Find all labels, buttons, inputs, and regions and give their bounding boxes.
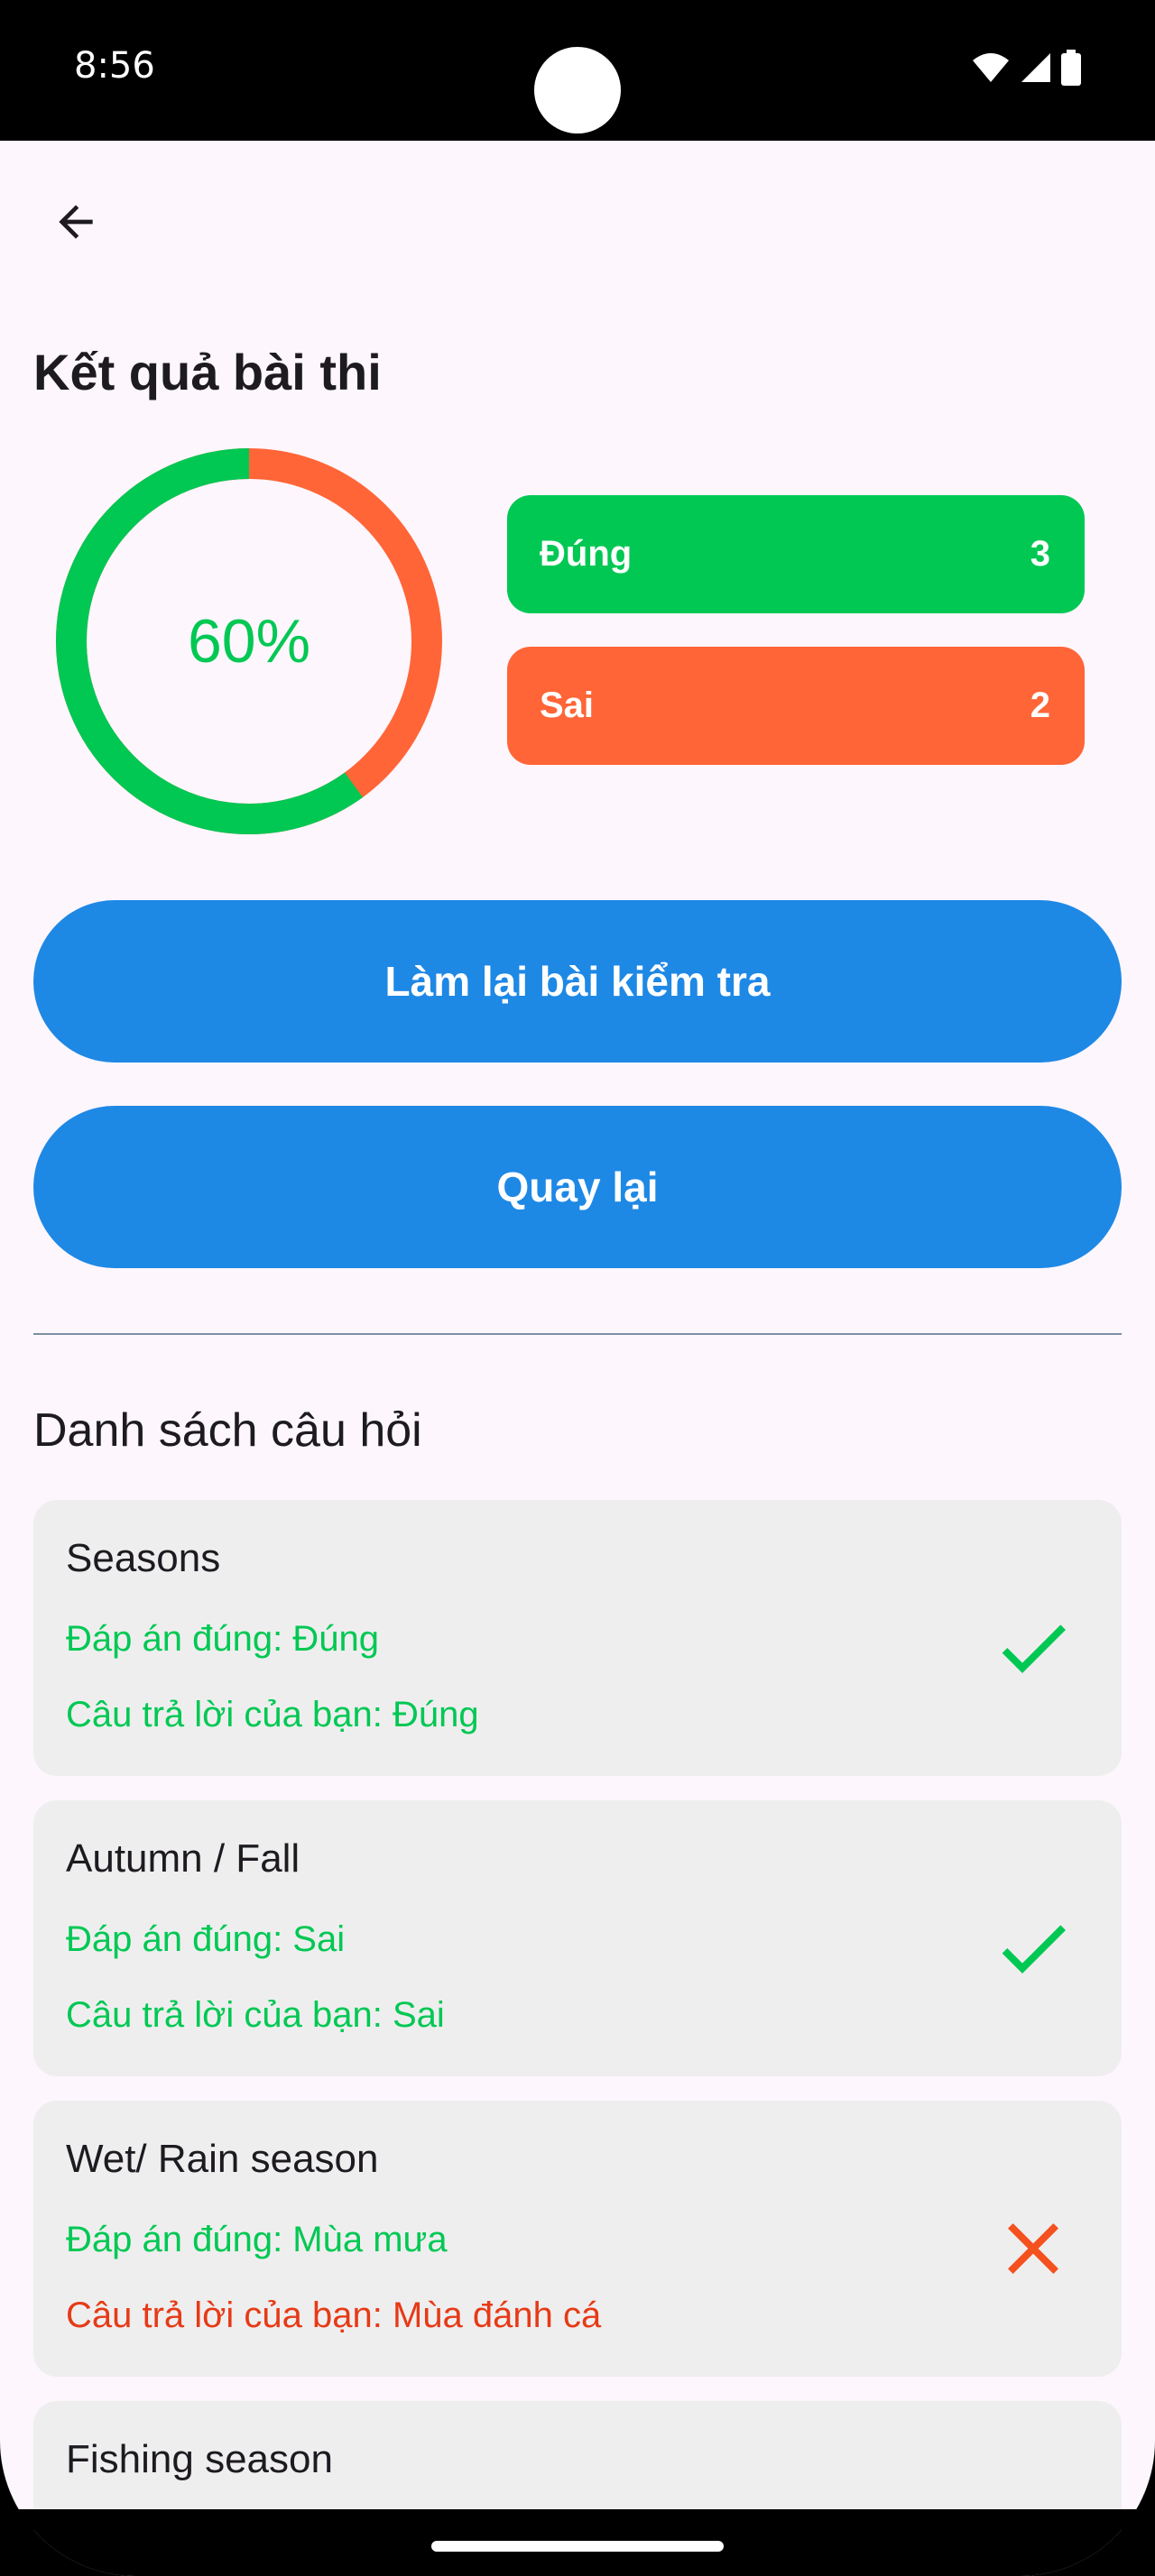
page-title: Kết quả bài thi (33, 344, 382, 400)
wrong-count: 2 (1030, 685, 1050, 725)
navigation-bar (0, 2509, 1155, 2576)
phone-screen: 8:56 Kết quả bài thi 60% Đúng 3 Sai 2 Là… (0, 0, 1155, 2576)
user-answer: Câu trả lời của bạn: Sai (66, 1995, 445, 2035)
score-donut-chart: 60% (51, 443, 448, 840)
wrong-count-pill: Sai 2 (507, 647, 1085, 765)
user-answer: Câu trả lời của bạn: Mùa đánh cá (66, 2295, 602, 2335)
correct-count-pill: Đúng 3 (507, 495, 1085, 613)
check-icon (1002, 1925, 1066, 1973)
status-bar: 8:56 (0, 0, 1155, 141)
question-card[interactable]: Wet/ Rain season Đáp án đúng: Mùa mưa Câ… (33, 2101, 1122, 2377)
question-title: Autumn / Fall (66, 1836, 300, 1881)
question-card[interactable]: Seasons Đáp án đúng: Đúng Câu trả lời củ… (33, 1500, 1122, 1776)
correct-answer: Đáp án đúng: Sai (66, 1919, 346, 1959)
question-list-title: Danh sách câu hỏi (33, 1404, 422, 1457)
correct-label: Đúng (540, 534, 633, 574)
user-answer: Câu trả lời của bạn: Đúng (66, 1695, 479, 1734)
question-title: Fishing season (66, 2437, 333, 2481)
correct-answer: Đáp án đúng: Mùa mưa (66, 2220, 448, 2259)
go-back-button[interactable]: Quay lại (33, 1106, 1122, 1268)
divider (33, 1333, 1122, 1335)
quiz-result-page: Kết quả bài thi 60% Đúng 3 Sai 2 Làm lại… (0, 141, 1155, 2576)
close-icon (1008, 2223, 1058, 2274)
signal-icon (1021, 53, 1050, 82)
arrow-left-icon (59, 205, 93, 239)
back-button[interactable] (40, 186, 112, 258)
retry-quiz-button[interactable]: Làm lại bài kiểm tra (33, 900, 1122, 1063)
question-title: Seasons (66, 1536, 221, 1580)
question-title: Wet/ Rain season (66, 2137, 379, 2181)
wrong-label: Sai (540, 685, 595, 725)
wifi-icon (973, 53, 1009, 82)
correct-count: 3 (1030, 534, 1050, 574)
check-icon (1002, 1624, 1066, 1673)
status-icons (971, 50, 1081, 86)
battery-icon (1061, 50, 1081, 86)
home-gesture-handle[interactable] (431, 2541, 724, 2552)
score-percent: 60% (187, 607, 311, 676)
correct-answer: Đáp án đúng: Đúng (66, 1619, 379, 1659)
status-time: 8:56 (74, 45, 155, 87)
question-card[interactable]: Autumn / Fall Đáp án đúng: Sai Câu trả l… (33, 1800, 1122, 2076)
front-camera (534, 47, 621, 133)
